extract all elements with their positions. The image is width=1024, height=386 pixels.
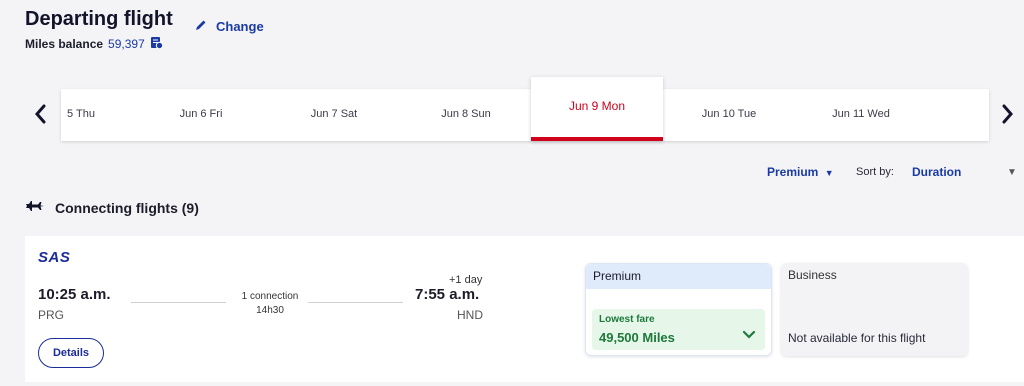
sort-by-label: Sort by: — [856, 166, 894, 178]
date-option[interactable]: Jun 6 Fri — [153, 89, 249, 141]
change-button[interactable]: Change — [194, 18, 264, 35]
fare-premium-miles: 49,500 Miles — [599, 330, 675, 345]
next-dates-arrow[interactable] — [997, 100, 1017, 128]
miles-balance: Miles balance 59,397 — [25, 36, 163, 52]
fare-business: Business Not available for this flight — [781, 263, 968, 356]
results-title: Connecting flights (9) — [55, 199, 199, 216]
date-option[interactable]: 5 Thu — [61, 89, 101, 141]
miles-balance-value: 59,397 — [108, 37, 145, 51]
chevron-down-icon — [742, 330, 756, 339]
selected-indicator — [531, 137, 663, 141]
date-option[interactable]: Jun 10 Tue — [681, 89, 777, 141]
plus-day-badge: +1 day — [449, 274, 483, 286]
results-heading: Connecting flights (9) — [25, 198, 199, 217]
details-button[interactable]: Details — [38, 338, 104, 368]
change-label: Change — [216, 19, 264, 34]
date-option[interactable]: Jun 7 Sat — [286, 89, 382, 141]
cabin-dropdown-label: Premium — [767, 165, 819, 179]
date-option[interactable]: Jun 11 Wed — [813, 89, 909, 141]
chevron-down-icon: ▼ — [824, 168, 834, 178]
sort-chevron-down-icon[interactable]: ▼ — [1007, 167, 1017, 178]
date-strip: 5 Thu Jun 6 Fri Jun 7 Sat Jun 8 Sun Jun … — [61, 89, 989, 141]
miles-info-icon[interactable] — [150, 36, 163, 52]
fare-premium[interactable]: Premium Lowest fare 49,500 Miles — [585, 263, 772, 356]
fare-premium-price: Lowest fare 49,500 Miles — [592, 309, 765, 350]
fare-business-title: Business — [788, 268, 837, 282]
arrival-time: 7:55 a.m. — [415, 286, 480, 303]
date-option-selected[interactable]: Jun 9 Mon — [531, 77, 663, 141]
miles-balance-label: Miles balance — [25, 37, 104, 51]
route-line — [308, 302, 403, 303]
arrival-airport: HND — [457, 308, 483, 322]
airline-logo: SAS — [38, 249, 71, 266]
selected-date-label: Jun 9 Mon — [568, 99, 626, 113]
connection-count: 1 connection — [241, 291, 299, 302]
connecting-flight-icon — [25, 198, 45, 217]
prev-dates-arrow[interactable] — [31, 100, 51, 128]
date-option[interactable]: Jun 8 Sun — [418, 89, 514, 141]
fare-business-note: Not available for this flight — [788, 331, 926, 345]
route-line — [131, 302, 226, 303]
sort-dropdown[interactable]: Duration — [912, 165, 961, 179]
departure-time: 10:25 a.m. — [38, 286, 111, 303]
fare-premium-title: Premium — [586, 264, 771, 289]
flight-duration: 14h30 — [256, 305, 284, 316]
sort-dropdown-value: Duration — [912, 165, 962, 179]
page-title: Departing flight — [25, 8, 173, 30]
cabin-dropdown[interactable]: Premium ▼ — [767, 165, 834, 179]
lowest-fare-badge: Lowest fare — [599, 314, 655, 325]
pencil-icon — [194, 18, 208, 35]
departure-airport: PRG — [38, 308, 65, 322]
